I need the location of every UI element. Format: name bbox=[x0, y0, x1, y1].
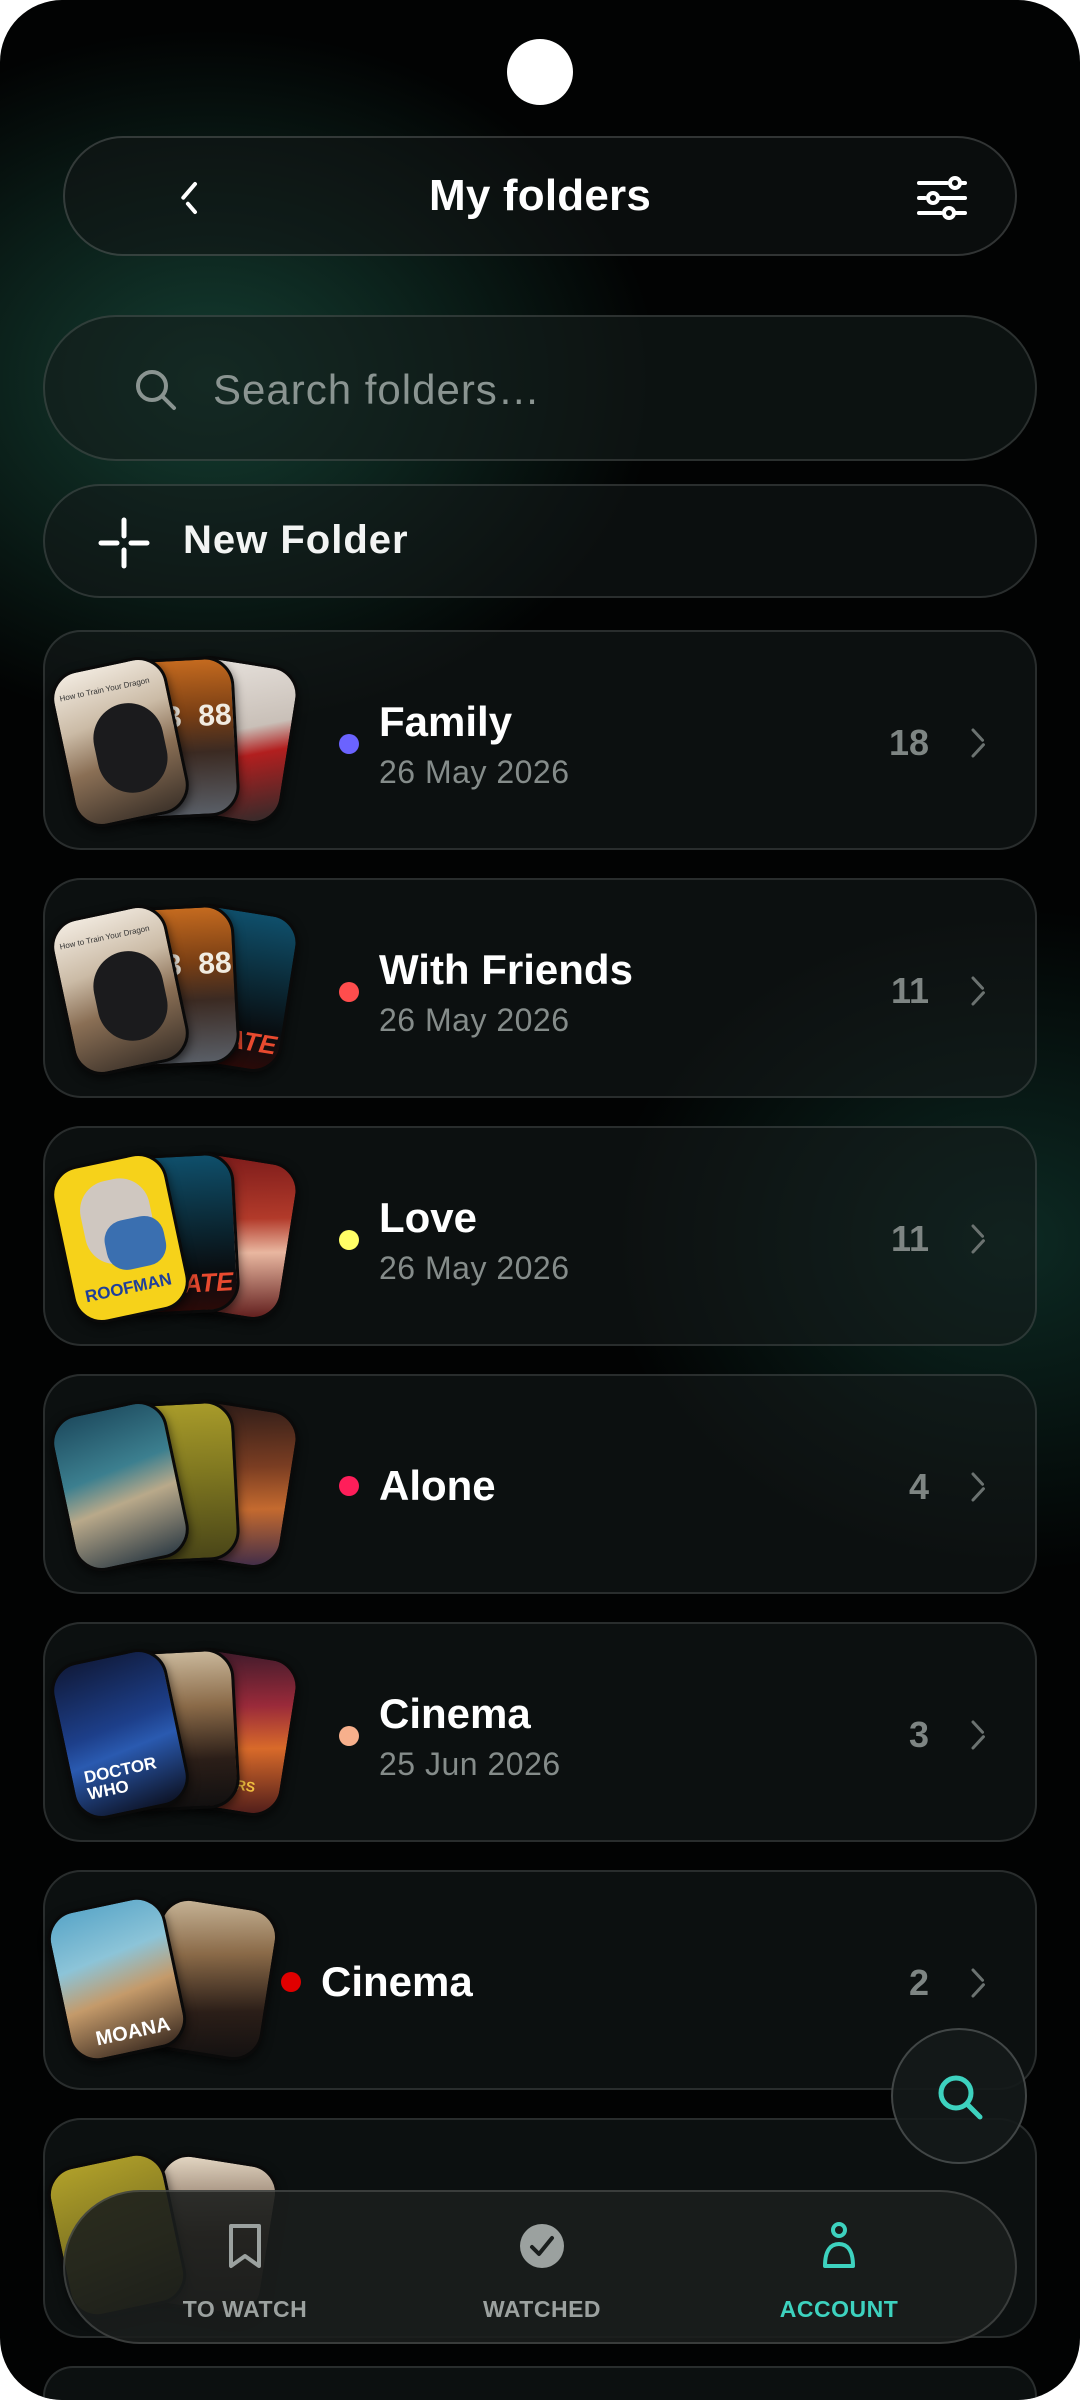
poster-title: How to Train Your Dragon bbox=[58, 675, 151, 704]
plus-icon bbox=[98, 517, 150, 569]
folder-date: 26 May 2026 bbox=[379, 1002, 570, 1038]
header-bar: My folders bbox=[63, 136, 1017, 256]
nav-label: TO WATCH bbox=[182, 2296, 308, 2322]
bookmark-icon bbox=[229, 2224, 261, 2268]
app-screen: My folders New Folder bbox=[0, 0, 1080, 2400]
search-input[interactable] bbox=[213, 347, 993, 433]
folder-thumbnails: HATE ROOFMAN bbox=[45, 1147, 359, 1329]
search-icon bbox=[938, 2075, 983, 2120]
nav-account[interactable]: ACCOUNT bbox=[719, 2192, 959, 2346]
folder-item-count: 11 bbox=[890, 970, 929, 1011]
folder-color-dot bbox=[339, 1476, 359, 1496]
folder-name: Family bbox=[379, 698, 513, 745]
folder-card-with-friends[interactable]: HATE 3 88 How to Train Your Dragon With … bbox=[43, 878, 1037, 1098]
chevron-right-icon bbox=[971, 728, 988, 758]
folder-card-cinema-2[interactable]: MOANA Cinema 2 bbox=[42, 1870, 1037, 2090]
folder-item-count: 2 bbox=[908, 1962, 929, 2003]
chevron-right-icon bbox=[971, 1968, 988, 1998]
folder-item-count: 18 bbox=[888, 722, 929, 763]
floating-search-button[interactable] bbox=[891, 2028, 1027, 2164]
folder-item-count: 11 bbox=[890, 1218, 929, 1259]
poster-title: MOANA bbox=[93, 2013, 173, 2051]
chevron-right-icon bbox=[971, 1720, 988, 1750]
folder-name: Alone bbox=[379, 1462, 496, 1509]
folder-thumbnails bbox=[45, 1395, 359, 1577]
folder-name: Love bbox=[379, 1194, 478, 1241]
folder-name: With Friends bbox=[379, 946, 633, 993]
folder-item-count: 3 bbox=[908, 1714, 929, 1755]
folder-card-partial[interactable] bbox=[43, 2366, 1037, 2400]
folder-color-dot bbox=[339, 1230, 359, 1250]
chevron-right-icon bbox=[971, 1472, 988, 1502]
folder-color-dot bbox=[281, 1972, 301, 1992]
poster-title: ROOFMAN bbox=[83, 1269, 174, 1307]
folder-date: 26 May 2026 bbox=[379, 1250, 570, 1286]
folder-thumbnails: HATE 3 88 How to Train Your Dragon bbox=[45, 899, 359, 1081]
chevron-right-icon bbox=[971, 1224, 988, 1254]
poster-title: How to Train Your Dragon bbox=[58, 923, 151, 952]
folder-thumbnails: 3 88 How to Train Your Dragon bbox=[45, 651, 359, 833]
person-icon bbox=[823, 2222, 855, 2268]
folder-thumbnails: AVENGERS DOCTOR WHO bbox=[45, 1643, 359, 1825]
nav-to-watch[interactable]: TO WATCH bbox=[125, 2192, 365, 2346]
nav-watched[interactable]: WATCHED bbox=[422, 2192, 662, 2346]
new-folder-label: New Folder bbox=[183, 518, 409, 562]
folder-name: Cinema bbox=[379, 1690, 531, 1737]
search-icon bbox=[136, 370, 176, 410]
folder-date: 26 May 2026 bbox=[379, 754, 570, 790]
folder-date: 25 Jun 2026 bbox=[379, 1746, 561, 1782]
chevron-right-icon bbox=[971, 976, 988, 1006]
folder-card-cinema[interactable]: AVENGERS DOCTOR WHO Cinema 25 Jun 2026 3 bbox=[43, 1622, 1037, 1842]
folder-item-count: 4 bbox=[908, 1466, 929, 1507]
page-title: My folders bbox=[428, 171, 652, 220]
poster-title: DOCTOR WHO bbox=[82, 1753, 159, 1804]
nav-label: WATCHED bbox=[482, 2296, 602, 2322]
filter-sliders-icon[interactable] bbox=[915, 176, 969, 220]
nav-label: ACCOUNT bbox=[779, 2296, 899, 2322]
camera-cutout bbox=[507, 39, 573, 105]
folder-color-dot bbox=[339, 734, 359, 754]
check-circle-icon bbox=[520, 2224, 564, 2268]
bottom-nav: TO WATCH WATCHED ACCOUNT bbox=[63, 2190, 1017, 2344]
folder-name: Cinema bbox=[321, 1958, 473, 2005]
folder-card-alone[interactable]: Alone 4 bbox=[43, 1374, 1037, 1594]
new-folder-button[interactable]: New Folder bbox=[43, 484, 1037, 598]
folder-color-dot bbox=[339, 982, 359, 1002]
folder-color-dot bbox=[339, 1726, 359, 1746]
folder-card-family[interactable]: 3 88 How to Train Your Dragon Family 26 … bbox=[43, 630, 1037, 850]
search-bar bbox=[43, 315, 1037, 461]
folder-card-love[interactable]: HATE ROOFMAN Love 26 May 2026 11 bbox=[43, 1126, 1037, 1346]
folder-thumbnails: MOANA bbox=[42, 1891, 351, 2068]
back-arrow-icon[interactable] bbox=[175, 178, 211, 218]
